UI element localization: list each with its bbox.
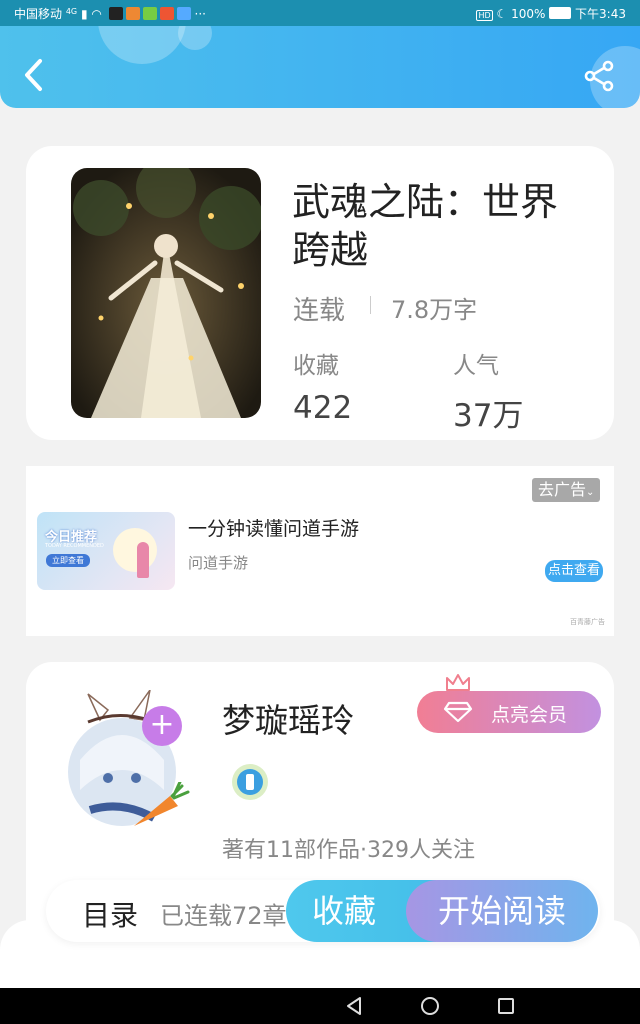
hd-icon: HD	[476, 10, 493, 21]
nav-back-icon[interactable]	[344, 996, 364, 1016]
battery-label: 100%	[511, 7, 546, 21]
status-bar: 中国移动 4G ▮ ◠ ··· HD ☾ 100% 下午3:43	[0, 0, 640, 26]
book-cover[interactable]	[71, 168, 261, 418]
wifi-icon: ◠	[91, 7, 102, 21]
popularity-label: 人气	[453, 353, 499, 379]
carrier-label: 中国移动	[14, 7, 63, 21]
moon-icon: ☾	[496, 7, 508, 21]
ad-image-subtitle: TODAY RECOMMENDED	[45, 543, 104, 549]
share-icon[interactable]	[584, 60, 616, 92]
ad-view-button[interactable]: 点击查看	[545, 560, 604, 582]
header-bar	[0, 26, 640, 108]
moon-icon	[113, 528, 157, 572]
chapter-progress: 已连载72章	[160, 902, 287, 930]
signal-icon: ▮	[80, 7, 88, 21]
decor-bubble	[178, 26, 212, 50]
medal-icon	[232, 764, 268, 800]
status-right: HD ☾ 100% 下午3:43	[476, 5, 626, 22]
time-label: 下午3:43	[575, 7, 626, 21]
system-nav-bar	[0, 988, 640, 1024]
app-icon	[176, 7, 191, 20]
author-stats: 著有11部作品·329人关注	[222, 838, 475, 863]
vip-button-label: 点亮会员	[491, 704, 568, 726]
chevron-down-icon: ⌄	[586, 487, 595, 498]
follow-plus-button[interactable]: +	[142, 706, 182, 746]
ad-source: 问道手游	[188, 554, 249, 572]
diamond-icon	[443, 701, 473, 723]
app-icon	[108, 7, 123, 20]
remove-ad-label: 去广告	[538, 480, 587, 499]
app-icon	[159, 7, 174, 20]
more-notifications-icon: ···	[194, 7, 206, 21]
nav-home-icon[interactable]	[420, 996, 440, 1016]
ad-image-button: 立即查看	[46, 554, 90, 567]
start-reading-button[interactable]: 开始阅读	[406, 880, 598, 942]
author-name: 梦璇瑶玲	[222, 701, 354, 740]
favorites-label: 收藏	[293, 353, 339, 379]
network-label: 4G	[65, 7, 78, 16]
nav-recent-icon[interactable]	[496, 996, 516, 1016]
back-icon[interactable]	[22, 58, 48, 92]
toc-button[interactable]: 目录	[82, 894, 138, 934]
battery-icon	[549, 7, 572, 19]
carrot-icon	[134, 782, 190, 826]
book-status: 连载	[293, 296, 346, 326]
app-icon	[142, 7, 157, 20]
status-left: 中国移动 4G ▮ ◠ ···	[14, 5, 206, 22]
ad-footer-label: 百青藤广告	[570, 618, 605, 626]
divider	[370, 296, 371, 314]
book-title: 武魂之陆：世界跨越	[292, 180, 559, 272]
app-icon	[125, 7, 140, 20]
ad-title: 一分钟读懂问道手游	[188, 518, 360, 540]
remove-ad-button[interactable]: 去广告⌄	[532, 478, 601, 502]
book-word-count: 7.8万字	[391, 296, 478, 324]
favorites-count: 422	[293, 390, 353, 426]
figure-icon	[137, 542, 149, 578]
decor-bubble	[98, 26, 186, 64]
popularity-count: 37万	[453, 398, 524, 434]
vip-button[interactable]: 点亮会员	[417, 691, 601, 733]
ad-image[interactable]: 今日推荐 TODAY RECOMMENDED 立即查看	[37, 512, 175, 590]
